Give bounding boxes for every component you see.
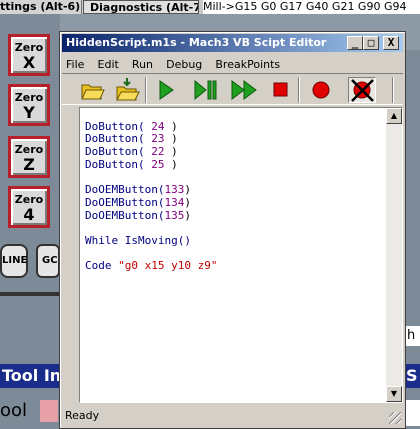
menu-debug[interactable]: Debug	[162, 56, 206, 74]
tool-info-header: Tool In	[0, 364, 60, 388]
code-line: DoOEMButton(134)	[85, 195, 191, 209]
zero-z-button[interactable]: Zero Z	[8, 136, 50, 178]
code-line: DoButton( 23 )	[85, 132, 178, 146]
vertical-scrollbar[interactable]: ▲ ▼	[386, 108, 402, 402]
code-line: While IsMoving()	[85, 234, 191, 248]
zero-4-axis: 4	[23, 205, 35, 224]
status-text: Ready	[65, 409, 100, 422]
right-header: S	[404, 364, 420, 388]
window-title: HiddenScript.m1s - Mach3 VB Scipt Editor	[66, 36, 327, 49]
status-bar: Ready	[62, 406, 403, 426]
open-folder-icon[interactable]	[78, 77, 106, 103]
tab-settings[interactable]: ttings (Alt-6)	[0, 0, 82, 14]
menu-edit[interactable]: Edit	[94, 56, 123, 74]
toolbar-separator	[145, 77, 147, 103]
tool-label: ool	[0, 400, 28, 421]
menu-breakpoints[interactable]: BreakPoints	[211, 56, 284, 74]
code-line: DoOEMButton(135)	[85, 208, 191, 222]
zero-y-button[interactable]: Zero Y	[8, 84, 50, 126]
load-folder-icon[interactable]	[113, 77, 141, 103]
zero-z-axis: Z	[23, 155, 35, 174]
toolbar-separator	[392, 77, 394, 103]
run-to-end-icon[interactable]	[230, 77, 258, 103]
toolbar-separator	[298, 77, 300, 103]
code-editor[interactable]: DoButton( 24 ) DoButton( 23 ) DoButton( …	[79, 107, 403, 403]
code-line: DoButton( 24 )	[85, 119, 178, 133]
step-icon[interactable]	[192, 77, 220, 103]
gcode-status-line: Mill->G15 G0 G17 G40 G21 G90 G94	[203, 0, 420, 14]
tool-indicator	[40, 400, 58, 422]
divider	[0, 292, 60, 296]
line-button[interactable]: LINE	[0, 244, 28, 278]
stop-icon[interactable]	[266, 77, 294, 103]
maximize-button[interactable]: □	[363, 36, 379, 50]
breakpoint-icon[interactable]	[307, 77, 335, 103]
title-bar[interactable]: HiddenScript.m1s - Mach3 VB Scipt Editor…	[62, 34, 403, 52]
run-icon[interactable]	[152, 77, 180, 103]
minimize-button[interactable]: _	[347, 36, 363, 50]
tab-diagnostics[interactable]: Diagnostics (Alt-7)	[83, 0, 199, 14]
right-field: h	[404, 326, 420, 346]
menu-file[interactable]: File	[62, 56, 88, 74]
zero-4-button[interactable]: Zero 4	[8, 186, 50, 228]
code-line: DoOEMButton(133)	[85, 183, 191, 197]
menu-bar: File Edit Run Debug BreakPoints	[62, 53, 403, 71]
zero-x-button[interactable]: Zero X	[8, 34, 50, 76]
zero-x-axis: X	[22, 53, 36, 72]
gc-button[interactable]: GC	[36, 244, 60, 278]
resize-grip-icon[interactable]	[389, 412, 401, 424]
clear-breakpoints-icon[interactable]	[348, 77, 376, 103]
code-line: Code "g0 x15 y10 z9"	[85, 259, 218, 273]
script-editor-window: HiddenScript.m1s - Mach3 VB Scipt Editor…	[59, 31, 406, 429]
right-field-2	[404, 400, 420, 426]
scroll-down-icon[interactable]: ▼	[386, 386, 402, 402]
zero-y-axis: Y	[23, 103, 35, 122]
code-line: DoButton( 22 )	[85, 145, 178, 159]
toolbar	[62, 73, 403, 105]
close-button[interactable]: X	[383, 36, 399, 50]
scroll-up-icon[interactable]: ▲	[386, 108, 402, 124]
code-line: DoButton( 25 )	[85, 157, 178, 171]
code-text: DoButton( 24 ) DoButton( 23 ) DoButton( …	[85, 108, 387, 286]
menu-run[interactable]: Run	[128, 56, 157, 74]
